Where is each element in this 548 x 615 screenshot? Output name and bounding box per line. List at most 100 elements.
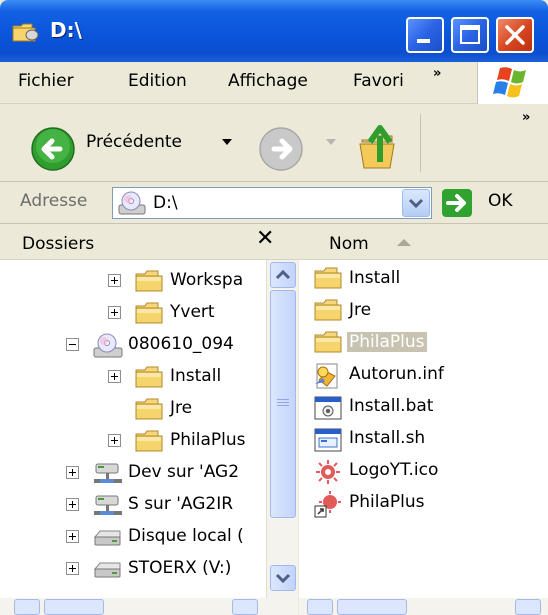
files-horizontal-scrollbar[interactable] <box>299 598 548 615</box>
expand-icon[interactable] <box>108 306 121 319</box>
forward-arrow-icon[interactable] <box>258 126 304 172</box>
go-arrow-icon <box>446 194 466 212</box>
expand-icon[interactable] <box>66 498 79 511</box>
folder-icon <box>12 23 39 42</box>
file-item[interactable]: Jre <box>313 296 543 326</box>
tree-item[interactable]: PhilaPlus <box>0 426 266 456</box>
back-button-label[interactable]: Précédente <box>86 132 182 152</box>
tree-item[interactable]: Dev sur 'AG2 <box>0 458 266 488</box>
tree-item-label: Yvert <box>170 302 215 322</box>
chevron-up-icon <box>275 269 291 280</box>
menu-more-button[interactable]: » <box>433 66 441 81</box>
up-folder-icon[interactable] <box>358 122 404 172</box>
menu-favori[interactable]: Favori <box>353 71 404 91</box>
close-icon <box>505 25 525 45</box>
tree-item[interactable]: 080610_094 <box>0 330 266 360</box>
tree-item[interactable]: Install <box>0 362 266 392</box>
scroll-left-button[interactable] <box>14 599 40 615</box>
folder-icon <box>313 298 343 327</box>
scroll-right-button[interactable] <box>515 599 541 615</box>
cd-drive-icon <box>92 333 124 364</box>
column-name-label: Nom <box>329 234 369 254</box>
windows-logo <box>477 62 548 104</box>
expand-icon[interactable] <box>66 466 79 479</box>
scroll-up-button[interactable] <box>270 262 296 288</box>
expand-icon[interactable] <box>66 530 79 543</box>
tree-item[interactable]: STOERX (V:) <box>0 554 266 584</box>
scroll-down-button[interactable] <box>270 565 296 591</box>
file-item[interactable]: LogoYT.ico <box>313 456 543 486</box>
file-item[interactable]: PhilaPlus <box>313 488 543 518</box>
tree-item-label: Workspa <box>170 270 244 290</box>
file-item[interactable]: Autorun.inf <box>313 360 543 390</box>
column-header-name[interactable]: Nom <box>299 224 548 260</box>
cd-drive-icon <box>118 191 146 215</box>
folder-icon <box>134 397 164 426</box>
folders-title: Dossiers <box>22 234 95 254</box>
folders-panel: Dossiers ✕ Workspa Yvert 080610_094 Install… <box>0 224 298 615</box>
expand-icon[interactable] <box>108 370 121 383</box>
h-scroll-thumb[interactable] <box>337 599 407 615</box>
expand-icon[interactable] <box>108 434 121 447</box>
file-item[interactable]: Install <box>313 264 543 294</box>
file-item[interactable]: Install.sh <box>313 424 543 454</box>
tree-item[interactable]: Workspa <box>0 266 266 296</box>
menu-fichier[interactable]: Fichier <box>18 71 74 91</box>
address-bar: Adresse D:\ OK <box>0 182 548 224</box>
file-item-label: Jre <box>349 300 372 320</box>
address-dropdown-button[interactable] <box>402 189 430 217</box>
go-button-label[interactable]: OK <box>488 191 513 211</box>
tree-horizontal-scrollbar[interactable] <box>0 598 298 615</box>
expand-icon[interactable] <box>108 274 121 287</box>
go-button[interactable] <box>442 189 472 217</box>
tree-item-label: STOERX (V:) <box>128 558 232 578</box>
tree-item-label: Install <box>170 366 222 386</box>
collapse-icon[interactable] <box>66 338 79 351</box>
back-dropdown-arrow[interactable] <box>222 139 232 145</box>
sort-ascending-icon <box>397 239 411 246</box>
file-item-label: PhilaPlus <box>349 492 425 512</box>
autorun-file-icon <box>313 362 343 395</box>
file-item-label: Install <box>349 268 401 288</box>
file-item-label: Install.bat <box>349 396 434 416</box>
forward-dropdown-arrow[interactable] <box>326 139 336 145</box>
close-panel-icon[interactable]: ✕ <box>256 226 274 251</box>
tree-item[interactable]: S sur 'AG2IR <box>0 490 266 520</box>
address-input[interactable]: D:\ <box>112 187 432 219</box>
file-list: Nom Install Jre PhilaPlus Autorun.inf Instal… <box>299 224 548 615</box>
scroll-right-button[interactable] <box>232 599 258 615</box>
tree-item-label: Dev sur 'AG2 <box>128 462 240 482</box>
toolbar: Précédente » <box>0 104 548 182</box>
folder-icon <box>134 269 164 298</box>
file-item[interactable]: Install.bat <box>313 392 543 422</box>
minimize-button[interactable] <box>406 17 444 53</box>
scroll-thumb[interactable] <box>270 290 296 518</box>
file-item[interactable]: PhilaPlus <box>313 328 543 358</box>
network-drive-icon <box>92 461 124 492</box>
tree-item[interactable]: Yvert <box>0 298 266 328</box>
vertical-scrollbar[interactable] <box>266 260 298 615</box>
h-scroll-thumb[interactable] <box>44 599 104 615</box>
folder-icon <box>313 330 343 359</box>
ico-file-icon <box>313 458 343 491</box>
toolbar-separator <box>420 114 421 172</box>
file-item-label: Install.sh <box>349 428 426 448</box>
back-arrow-icon[interactable] <box>30 126 76 172</box>
folder-icon <box>134 365 164 394</box>
menu-bar: Fichier Edition Affichage Favori » <box>0 62 548 104</box>
close-button[interactable] <box>496 17 534 53</box>
minimize-icon <box>417 39 430 43</box>
tree-item[interactable]: Disque local ( <box>0 522 266 552</box>
menu-affichage[interactable]: Affichage <box>228 71 308 91</box>
menu-edition[interactable]: Edition <box>128 71 187 91</box>
expand-icon[interactable] <box>66 562 79 575</box>
maximize-button[interactable] <box>451 17 489 53</box>
maximize-icon <box>460 25 480 44</box>
file-item-label: Autorun.inf <box>349 364 444 384</box>
folder-icon <box>313 266 343 295</box>
tree-item[interactable]: Jre <box>0 394 266 424</box>
toolbar-more-button[interactable]: » <box>522 110 530 125</box>
tree-item-label: 080610_094 <box>128 334 234 354</box>
scroll-left-button[interactable] <box>307 599 333 615</box>
title-bar[interactable]: D:\ <box>0 0 548 62</box>
